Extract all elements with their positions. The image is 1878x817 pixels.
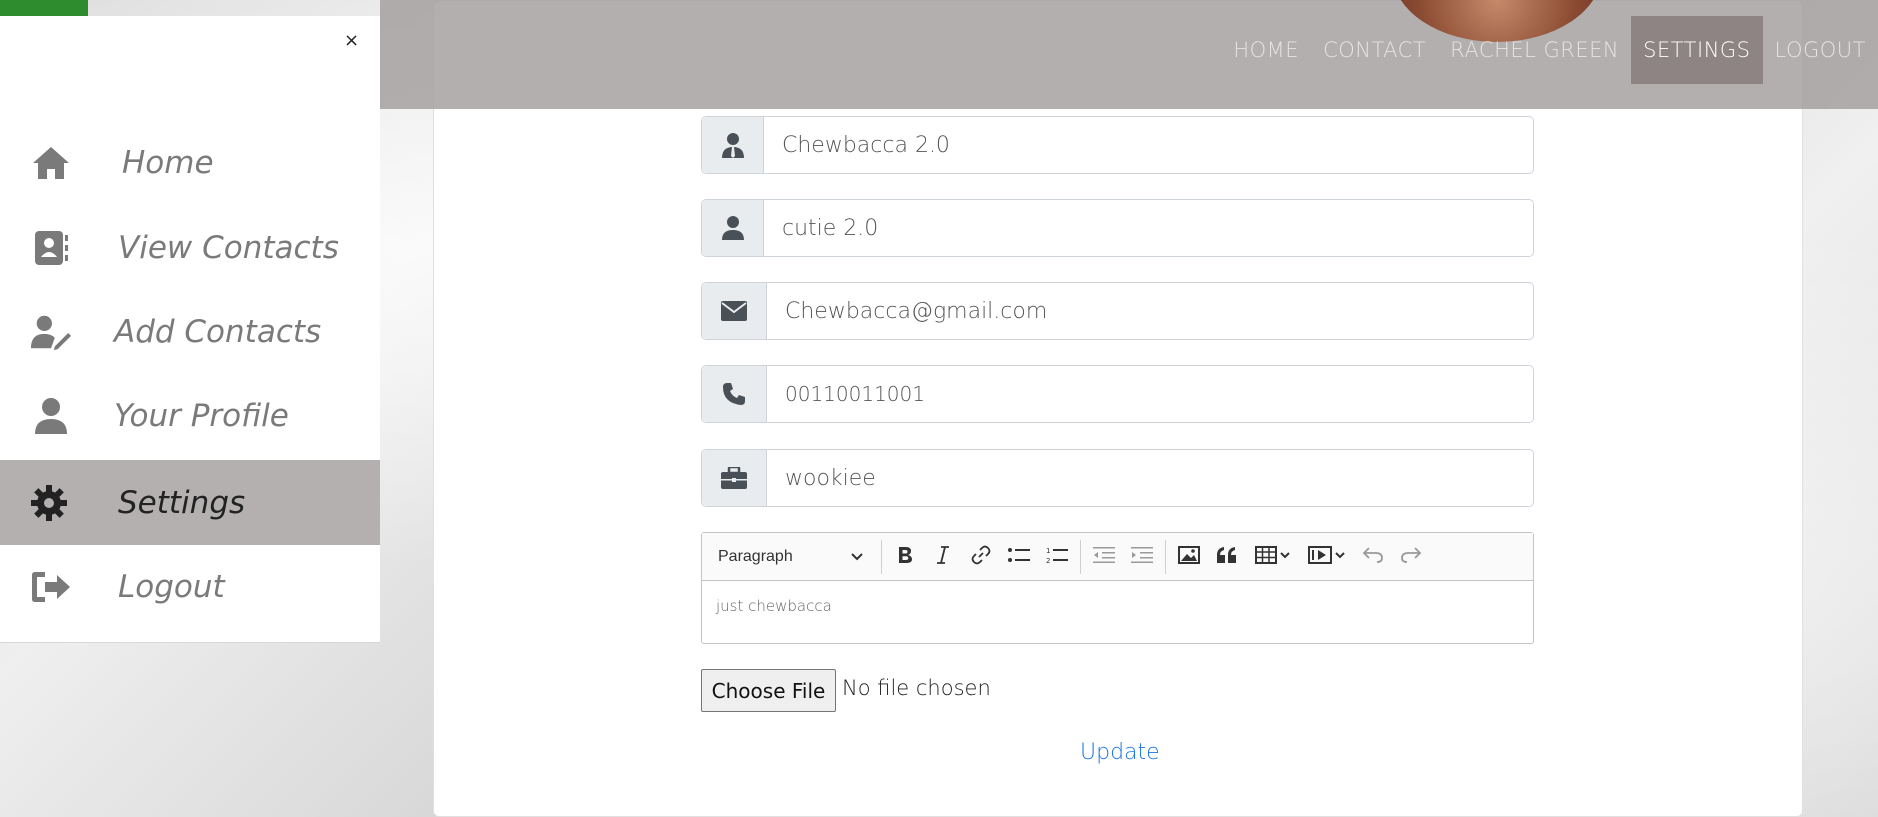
- top-navbar: HOME CONTACT RACHEL GREEN SETTINGS LOGOU…: [380, 0, 1878, 109]
- gear-icon: [28, 482, 70, 524]
- corner-decoration: [0, 0, 88, 16]
- outdent-icon: [1093, 546, 1115, 567]
- link-button[interactable]: [962, 540, 1000, 574]
- nav-settings[interactable]: SETTINGS: [1631, 16, 1763, 84]
- name-field-group: [701, 116, 1534, 174]
- nav-links: HOME CONTACT RACHEL GREEN SETTINGS LOGOU…: [1221, 16, 1878, 84]
- indent-icon: [1131, 546, 1153, 567]
- bold-icon: [897, 546, 913, 568]
- bulleted-list-icon: [1008, 547, 1030, 567]
- undo-icon: [1362, 546, 1383, 567]
- bulleted-list-button[interactable]: [1000, 540, 1038, 574]
- link-icon: [971, 545, 991, 569]
- envelope-icon: [702, 283, 767, 339]
- name-input[interactable]: [764, 117, 1533, 173]
- toolbar-separator: [881, 539, 882, 574]
- sidebar-label-add-contacts: Add Contacts: [114, 313, 322, 350]
- nav-logout[interactable]: LOGOUT: [1763, 16, 1878, 84]
- undo-button[interactable]: [1354, 540, 1392, 574]
- nickname-input[interactable]: [764, 200, 1533, 256]
- work-field-group: [701, 449, 1534, 507]
- paragraph-format-label: Paragraph: [718, 547, 793, 565]
- sign-out-icon: [30, 566, 72, 608]
- editor-content[interactable]: just chewbacca: [702, 581, 1533, 631]
- bold-button[interactable]: [886, 540, 924, 574]
- sidebar-label-home: Home: [122, 144, 214, 181]
- update-button[interactable]: Update: [1080, 740, 1160, 765]
- user-icon: [30, 395, 72, 437]
- numbered-list-button[interactable]: 12: [1038, 540, 1076, 574]
- phone-input[interactable]: [767, 366, 1533, 422]
- sidebar-item-view-contacts[interactable]: View Contacts: [0, 205, 380, 290]
- toolbar-separator: [1165, 539, 1166, 574]
- media-icon: [1308, 545, 1346, 568]
- description-editor: Paragraph 12 just chewbacca: [701, 532, 1534, 644]
- insert-table-button[interactable]: [1246, 540, 1300, 574]
- nav-contact[interactable]: CONTACT: [1311, 16, 1438, 84]
- nickname-field-group: [701, 199, 1534, 257]
- phone-icon: [702, 366, 767, 422]
- numbered-list-icon: 12: [1046, 546, 1068, 568]
- chevron-down-icon: [851, 548, 863, 566]
- sidebar-item-add-contacts[interactable]: Add Contacts: [0, 289, 380, 374]
- sidebar-item-home[interactable]: Home: [0, 120, 380, 205]
- home-icon: [30, 142, 72, 184]
- redo-button[interactable]: [1392, 540, 1430, 574]
- italic-button[interactable]: [924, 540, 962, 574]
- italic-icon: [936, 545, 950, 568]
- table-icon: [1255, 545, 1291, 568]
- address-book-icon: [30, 227, 72, 269]
- choose-file-button[interactable]: Choose File: [701, 669, 836, 712]
- email-field-group: [701, 282, 1534, 340]
- toolbar-separator: [1080, 539, 1081, 574]
- insert-image-button[interactable]: [1170, 540, 1208, 574]
- insert-media-button[interactable]: [1300, 540, 1354, 574]
- image-icon: [1178, 545, 1200, 568]
- user-tie-icon: [702, 117, 764, 173]
- outdent-button[interactable]: [1085, 540, 1123, 574]
- file-status-text: No file chosen: [842, 676, 991, 700]
- user-icon: [702, 200, 764, 256]
- svg-text:1: 1: [1046, 547, 1050, 555]
- nav-user-name[interactable]: RACHEL GREEN: [1438, 16, 1631, 84]
- redo-icon: [1401, 546, 1422, 567]
- sidebar-item-logout[interactable]: Logout: [0, 544, 380, 629]
- sidebar-item-settings[interactable]: Settings: [0, 460, 380, 545]
- indent-button[interactable]: [1123, 540, 1161, 574]
- work-input[interactable]: [767, 450, 1533, 506]
- briefcase-icon: [702, 450, 767, 506]
- sidebar-label-settings: Settings: [118, 484, 246, 521]
- nav-home[interactable]: HOME: [1221, 16, 1311, 84]
- sidebar-item-your-profile[interactable]: Your Profile: [0, 373, 380, 458]
- sidebar: × Home View Contacts Add Contacts Your P…: [0, 16, 380, 643]
- quote-icon: [1217, 546, 1237, 567]
- sidebar-label-your-profile: Your Profile: [114, 397, 289, 434]
- sidebar-label-logout: Logout: [118, 568, 225, 605]
- sidebar-label-view-contacts: View Contacts: [118, 229, 339, 266]
- paragraph-format-dropdown[interactable]: Paragraph: [712, 540, 877, 574]
- email-input[interactable]: [767, 283, 1533, 339]
- editor-toolbar: Paragraph 12: [702, 533, 1533, 581]
- blockquote-button[interactable]: [1208, 540, 1246, 574]
- user-edit-icon: [30, 311, 72, 353]
- phone-field-group: [701, 365, 1534, 423]
- close-sidebar-button[interactable]: ×: [344, 30, 359, 51]
- svg-text:2: 2: [1046, 557, 1050, 564]
